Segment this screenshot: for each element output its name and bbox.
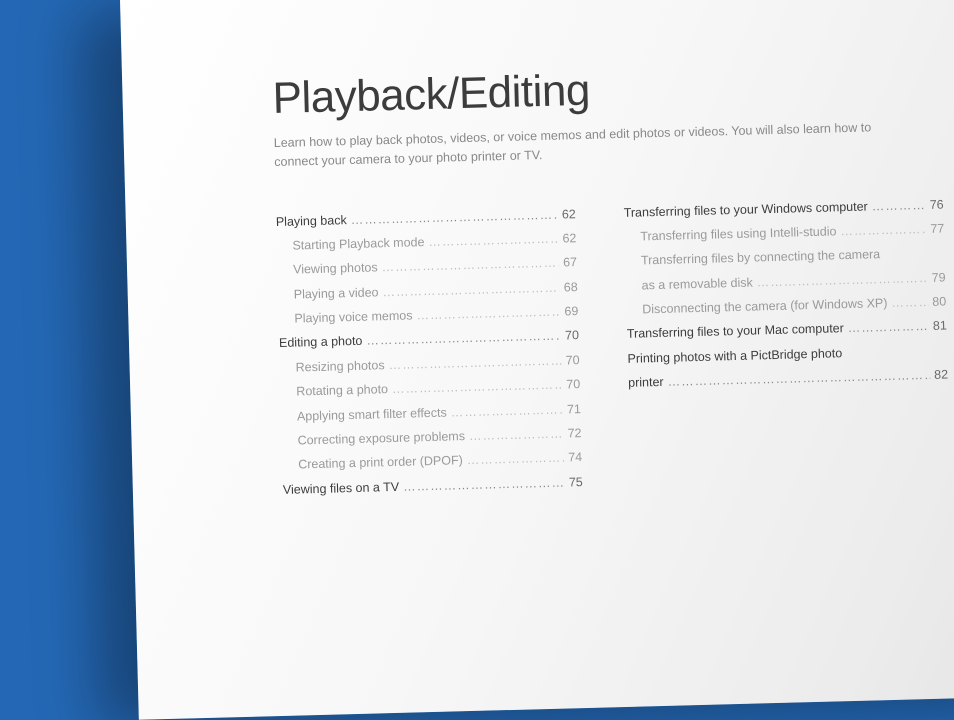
- toc-page-number: 71: [563, 397, 582, 422]
- toc-leader: ………………………………………………………………………………: [867, 192, 926, 218]
- toc-page-number: 69: [560, 299, 579, 324]
- toc-leader: ………………………………………………………………………………: [465, 421, 564, 448]
- toc-label: Rotating a photo: [280, 377, 388, 404]
- toc-page-number: 81: [929, 314, 948, 339]
- toc-page-number: 77: [926, 216, 945, 241]
- toc-leader: ………………………………………………………………………………: [887, 290, 928, 315]
- toc-page-number: 70: [562, 372, 581, 397]
- toc-leader: ………………………………………………………………………………: [462, 446, 564, 473]
- toc-page-number: 80: [928, 289, 947, 314]
- toc-page-number: 75: [565, 470, 584, 495]
- page-title: Playback/Editing: [272, 55, 954, 124]
- toc-label: Resizing photos: [279, 353, 385, 380]
- toc-leader: ………………………………………………………………………………: [399, 470, 565, 499]
- toc-page-number: 76: [925, 192, 944, 217]
- toc-label: printer: [628, 370, 664, 395]
- toc-page-number: 82: [930, 363, 949, 388]
- toc-page-number: 62: [558, 202, 577, 227]
- toc-label: Viewing photos: [277, 256, 378, 283]
- page-subtitle: Learn how to play back photos, videos, o…: [274, 117, 915, 171]
- toc-label: as a removable disk: [625, 270, 753, 298]
- toc-column-1: Playing back …………………………………………………………………………: [276, 202, 584, 502]
- toc-page-number: 79: [927, 265, 946, 290]
- toc-label: Playing a video: [277, 280, 378, 307]
- toc-label: Editing a photo: [279, 329, 363, 356]
- toc-leader: ………………………………………………………………………………: [446, 397, 563, 424]
- toc-page-number: 74: [564, 445, 583, 470]
- toc-page-number: 72: [563, 421, 582, 446]
- toc-page-number: 68: [559, 275, 578, 300]
- toc-label: Playing back: [276, 208, 347, 234]
- toc-label: Viewing files on a TV: [283, 474, 400, 501]
- toc-page-number: 70: [561, 323, 580, 348]
- toc-columns: Playing back …………………………………………………………………………: [276, 190, 954, 502]
- toc-page-number: 70: [561, 348, 580, 373]
- toc-leader: ………………………………………………………………………………: [836, 217, 927, 244]
- toc-leader: ………………………………………………………………………………: [844, 314, 930, 341]
- toc-label: Playing voice memos: [278, 303, 413, 331]
- document-page: Playback/Editing Learn how to play back …: [120, 0, 954, 720]
- toc-leader: ………………………………………………………………………………: [424, 226, 559, 254]
- toc-page-number: 62: [558, 226, 577, 251]
- toc-column-2: Transferring files to your Windows compu…: [623, 192, 951, 493]
- toc-page-number: 67: [559, 250, 578, 275]
